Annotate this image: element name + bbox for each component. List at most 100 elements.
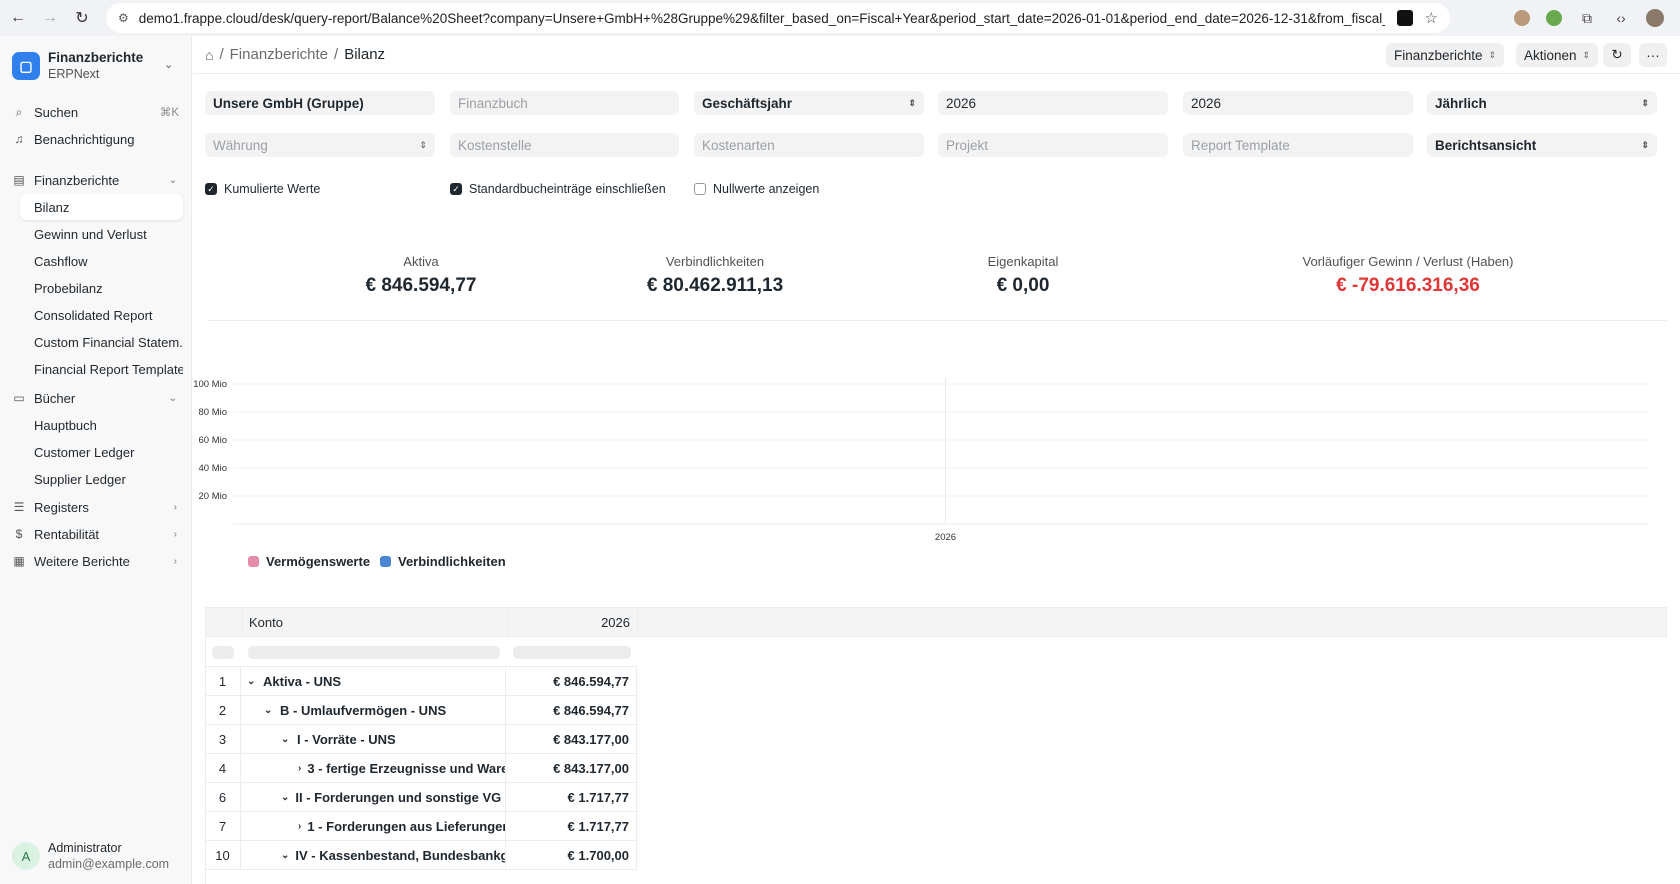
home-icon[interactable]: ⌂	[205, 47, 213, 63]
summary-label: Eigenkapital	[987, 254, 1059, 269]
amount-cell: € 843.177,00	[506, 754, 637, 783]
sidebar-item-bilanz[interactable]: Bilanz	[20, 194, 183, 220]
column-header-2026[interactable]: 2026	[507, 608, 638, 636]
sidebar-item-hauptbuch[interactable]: Hauptbuch	[20, 412, 183, 438]
extensions-puzzle-icon[interactable]: ⧉	[1578, 9, 1596, 27]
sidebar-item-cashflow[interactable]: Cashflow	[20, 248, 183, 274]
profile-extension-icon[interactable]	[1514, 10, 1530, 26]
bell-icon: ♫	[14, 132, 24, 146]
account-cell[interactable]: ⌄ I - Vorräte - UNS	[241, 725, 506, 754]
address-bar[interactable]: ⚙ demo1.frappe.cloud/desk/query-report/B…	[106, 3, 1450, 33]
url-text[interactable]: demo1.frappe.cloud/desk/query-report/Bal…	[139, 11, 1385, 26]
sidebar-item-customer-ledger[interactable]: Customer Ledger	[20, 439, 183, 465]
app-switcher[interactable]: ▢ Finanzberichte ERPNext	[12, 50, 143, 82]
sidebar-section-registers[interactable]: ☰ Registers ›	[12, 495, 183, 519]
table-row[interactable]: 3 ⌄ I - Vorräte - UNS € 843.177,00	[205, 725, 637, 754]
user-menu[interactable]: A Administrator admin@example.com	[12, 840, 169, 872]
sidebar-section-rentabilitaet[interactable]: $ Rentabilität ›	[12, 522, 183, 546]
amount-filter-input[interactable]	[513, 646, 631, 659]
forward-icon[interactable]: →	[36, 4, 64, 32]
chevron-down-icon[interactable]: ⌄	[281, 850, 289, 861]
include-default-entries-checkbox[interactable]: ✓ Standardbucheinträge einschließen	[450, 182, 666, 196]
sidebar-search[interactable]: ⌕ Suchen ⌘K	[12, 100, 183, 124]
account-cell[interactable]: ⌄ IV - Kassenbestand, Bundesbankguthaben …	[241, 841, 506, 870]
checkbox-checked-icon[interactable]: ✓	[450, 183, 462, 195]
chevron-right-icon[interactable]: ›	[298, 821, 301, 832]
sidebar-item-financial-report-template[interactable]: Financial Report Template	[20, 356, 183, 382]
account-cell[interactable]: ⌄ II - Forderungen und sonstige VG - UNS	[241, 783, 506, 812]
periodicity-value: Jährlich	[1435, 95, 1487, 111]
bookmark-star-icon[interactable]: ☆	[1425, 9, 1438, 27]
actions-button[interactable]: Aktionen ⇕	[1516, 43, 1599, 67]
table-row[interactable]: 1 ⌄ Aktiva - UNS € 846.594,77	[205, 667, 637, 696]
avatar: A	[12, 842, 40, 870]
table-row[interactable]: 2 ⌄ B - Umlaufvermögen - UNS € 846.594,77	[205, 696, 637, 725]
legend-item-liabilities[interactable]: Verbindlichkeiten	[380, 554, 506, 569]
devtools-code-icon[interactable]: ‹›	[1612, 9, 1630, 27]
summary-value: € -79.616.316,36	[1336, 275, 1480, 296]
checkbox-checked-icon[interactable]: ✓	[205, 183, 217, 195]
sidebar-item-supplier-ledger[interactable]: Supplier Ledger	[20, 466, 183, 492]
chevron-down-icon[interactable]: ⌄	[281, 792, 289, 803]
app-subtitle: ERPNext	[48, 67, 100, 81]
column-header-account[interactable]: Konto	[242, 608, 507, 636]
table-row[interactable]: 6 ⌄ II - Forderungen und sonstige VG - UNS…	[205, 783, 637, 812]
shield-extension-icon[interactable]	[1546, 10, 1562, 26]
browser-avatar-icon[interactable]	[1646, 9, 1664, 27]
account-cell[interactable]: ⌄ B - Umlaufvermögen - UNS	[241, 696, 506, 725]
site-settings-icon[interactable]: ⚙	[118, 11, 129, 25]
chevron-down-icon[interactable]: ⌄	[164, 58, 173, 71]
sidebar: ▢ Finanzberichte ERPNext ⌄ ⌕ Suchen ⌘K ♫…	[0, 36, 192, 884]
finance-book-field[interactable]: Finanzbuch	[450, 91, 679, 115]
table-row[interactable]: 10 ⌄ IV - Kassenbestand, Bundesbankguthabe…	[205, 841, 637, 870]
to-fiscal-year-field[interactable]: 2026	[1183, 91, 1413, 115]
account-cell[interactable]: › 1 - Forderungen aus Lieferungen und Lei…	[241, 812, 506, 841]
cost-center-field[interactable]: Kostenstelle	[450, 133, 679, 157]
legend-item-assets[interactable]: Vermögenswerte	[248, 554, 370, 569]
row-filter-cell[interactable]	[212, 646, 234, 659]
chevron-down-icon: ⌄	[168, 392, 177, 404]
account-cell[interactable]: ⌄ Aktiva - UNS	[241, 667, 506, 696]
from-fiscal-year-field[interactable]: 2026	[938, 91, 1168, 115]
cost-types-field[interactable]: Kostenarten	[694, 133, 924, 157]
periodicity-select[interactable]: Jährlich ⇕	[1427, 91, 1657, 115]
checkbox-unchecked-icon[interactable]	[694, 183, 706, 195]
actions-label: Aktionen	[1524, 47, 1577, 63]
project-field[interactable]: Projekt	[938, 133, 1168, 157]
sidebar-item-gewinn-und-verlust[interactable]: Gewinn und Verlust	[20, 221, 183, 247]
y-tick-label: 20 Mio	[198, 491, 227, 502]
chevron-down-icon[interactable]: ⌄	[264, 705, 274, 716]
chevron-down-icon[interactable]: ⌄	[247, 676, 257, 687]
sidebar-item-probebilanz[interactable]: Probebilanz	[20, 275, 183, 301]
company-field[interactable]: Unsere GmbH (Gruppe)	[205, 91, 435, 115]
back-icon[interactable]: ←	[4, 4, 32, 32]
view-select[interactable]: Berichtsansicht ⇕	[1427, 133, 1657, 157]
sidebar-section-buecher[interactable]: ▭ Bücher ⌄	[12, 386, 183, 410]
refresh-button[interactable]: ↻	[1603, 43, 1631, 67]
reload-icon[interactable]: ↻	[68, 4, 96, 32]
more-button[interactable]: ···	[1639, 43, 1667, 67]
account-cell[interactable]: › 3 - fertige Erzeugnisse und Waren - UNS	[241, 754, 506, 783]
accumulated-values-checkbox[interactable]: ✓ Kumulierte Werte	[205, 182, 320, 196]
sidebar-item-custom-financial-statement[interactable]: Custom Financial Statem...	[20, 329, 183, 355]
currency-select[interactable]: Währung ⇕	[205, 133, 435, 157]
sidebar-item-consolidated-report[interactable]: Consolidated Report	[20, 302, 183, 328]
show-zero-values-checkbox[interactable]: Nullwerte anzeigen	[694, 182, 819, 196]
report-menu-button[interactable]: Finanzberichte ⇕	[1386, 43, 1505, 67]
sidebar-section-finanzberichte[interactable]: ▤ Finanzberichte ⌄	[12, 168, 183, 192]
sidebar-section-weitere-berichte[interactable]: ▦ Weitere Berichte ›	[12, 549, 183, 573]
account-name: B - Umlaufvermögen - UNS	[280, 703, 447, 718]
legend-swatch	[248, 556, 259, 567]
extension-icon[interactable]	[1396, 10, 1413, 26]
table-row[interactable]: 7 › 1 - Forderungen aus Lieferungen und Le…	[205, 812, 637, 841]
account-filter-input[interactable]	[248, 646, 500, 659]
breadcrumb-parent[interactable]: Finanzberichte	[230, 46, 328, 63]
summary-label: Aktiva	[403, 254, 439, 269]
sidebar-notifications[interactable]: ♫ Benachrichtigung	[12, 127, 183, 151]
chevron-down-icon[interactable]: ⌄	[281, 734, 291, 745]
table-row[interactable]: 4 › 3 - fertige Erzeugnisse und Waren - UN…	[205, 754, 637, 783]
filter-based-on-select[interactable]: Geschäftsjahr ⇕	[694, 91, 924, 115]
chevron-right-icon[interactable]: ›	[298, 763, 301, 774]
sidebar-section-label: Finanzberichte	[34, 172, 120, 188]
report-template-field[interactable]: Report Template	[1183, 133, 1413, 157]
